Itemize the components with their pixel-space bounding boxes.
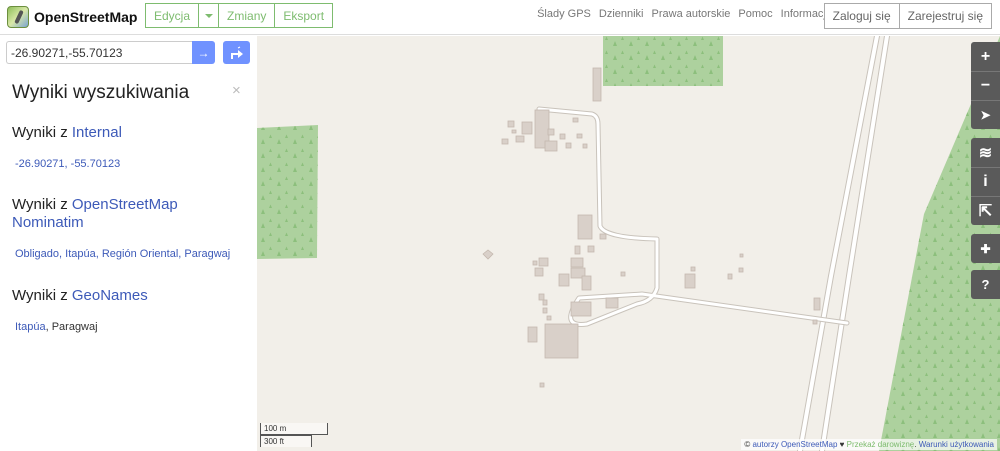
map-canvas[interactable] (257, 36, 1000, 451)
scale-imperial: 300 ft (260, 435, 312, 447)
close-icon[interactable]: × (232, 82, 241, 99)
scale-bar: 100 m 300 ft (260, 423, 328, 447)
nav-links: Ślady GPS Dzienniki Prawa autorskie Pomo… (537, 8, 832, 20)
osm-authors-link[interactable]: autorzy OpenStreetMap (752, 440, 837, 449)
section-prefix: Wyniki z (12, 196, 68, 213)
logo[interactable]: OpenStreetMap (7, 4, 137, 30)
login-button[interactable]: Zaloguj się (823, 3, 900, 29)
result-item: -26.90271, -55.70123 (15, 158, 120, 170)
zoom-out-button[interactable]: − (971, 71, 1000, 100)
nav-diaries[interactable]: Dzienniki (599, 8, 644, 20)
edit-dropdown-button[interactable] (199, 3, 220, 28)
separator: . (914, 440, 917, 449)
attribution: © autorzy OpenStreetMap ♥ Przekaż darowi… (741, 439, 997, 450)
layers-icon[interactable]: ≋ (971, 138, 1000, 167)
source-link-internal[interactable]: Internal (72, 124, 122, 141)
section-nominatim-heading: Wyniki z OpenStreetMap Nominatim (12, 196, 242, 232)
result-link[interactable]: -26.90271, -55.70123 (15, 158, 120, 170)
edit-tabs: Edycja Zmiany Eksport (145, 3, 334, 28)
nav-copyright[interactable]: Prawa autorskie (652, 8, 731, 20)
scale-metric: 100 m (260, 423, 328, 435)
locate-icon[interactable]: ➤ (971, 100, 1000, 129)
copyright-sign: © (744, 440, 751, 449)
result-link[interactable]: Obligado, Itapúa, Región Oriental, Parag… (15, 248, 230, 260)
nav-gps-traces[interactable]: Ślady GPS (537, 8, 591, 20)
map-tiles (257, 36, 1000, 451)
search-input[interactable] (6, 41, 192, 64)
zoom-in-button[interactable]: + (971, 42, 1000, 71)
layer-controls: ≋ i ⇱ (971, 138, 1000, 225)
source-link-geonames[interactable]: GeoNames (72, 287, 148, 304)
signup-button[interactable]: Zarejestruj się (899, 3, 992, 29)
terms-link[interactable]: Warunki użytkowania (919, 440, 994, 449)
auth-buttons: Zaloguj się Zarejestruj się (823, 3, 992, 29)
changes-button[interactable]: Zmiany (219, 3, 276, 28)
search-submit-button[interactable]: → (192, 41, 215, 64)
query-controls: ? (971, 270, 1000, 299)
results-title: Wyniki wyszukiwania (12, 82, 190, 103)
header: OpenStreetMap Edycja Zmiany Eksport Ślad… (0, 0, 1000, 35)
info-icon[interactable]: i (971, 167, 1000, 196)
result-item: Itapúa, Paragwaj (15, 321, 98, 333)
export-button[interactable]: Eksport (275, 3, 334, 28)
directions-button[interactable] (223, 41, 250, 64)
share-icon[interactable]: ⇱ (971, 196, 1000, 225)
heart-icon: ♥ (839, 440, 845, 449)
osm-logo-icon (7, 6, 29, 28)
caret-down-icon (204, 13, 213, 18)
result-suffix: , Paragwaj (45, 321, 98, 333)
query-features-icon[interactable]: ? (971, 270, 1000, 299)
search-form: → (6, 41, 215, 64)
brand-name: OpenStreetMap (34, 9, 138, 25)
add-note-icon[interactable]: ✚ (971, 234, 1000, 263)
wood-area (257, 36, 1000, 451)
sidebar: → Wyniki wyszukiwania × Wyniki z Interna… (0, 36, 257, 451)
section-prefix: Wyniki z (12, 287, 68, 304)
directions-icon (230, 46, 243, 59)
nav-help[interactable]: Pomoc (738, 8, 772, 20)
roads (536, 36, 890, 451)
zoom-controls: + − ➤ (971, 42, 1000, 129)
result-item: Obligado, Itapúa, Región Oriental, Parag… (15, 248, 230, 260)
result-link[interactable]: Itapúa (15, 321, 46, 333)
section-internal-heading: Wyniki z Internal (12, 124, 242, 142)
donate-link[interactable]: Przekaż darowiznę (847, 440, 915, 449)
section-prefix: Wyniki z (12, 124, 68, 141)
note-controls: ✚ (971, 234, 1000, 263)
edit-button[interactable]: Edycja (145, 3, 200, 28)
section-geonames-heading: Wyniki z GeoNames (12, 287, 242, 305)
buildings (482, 67, 821, 388)
